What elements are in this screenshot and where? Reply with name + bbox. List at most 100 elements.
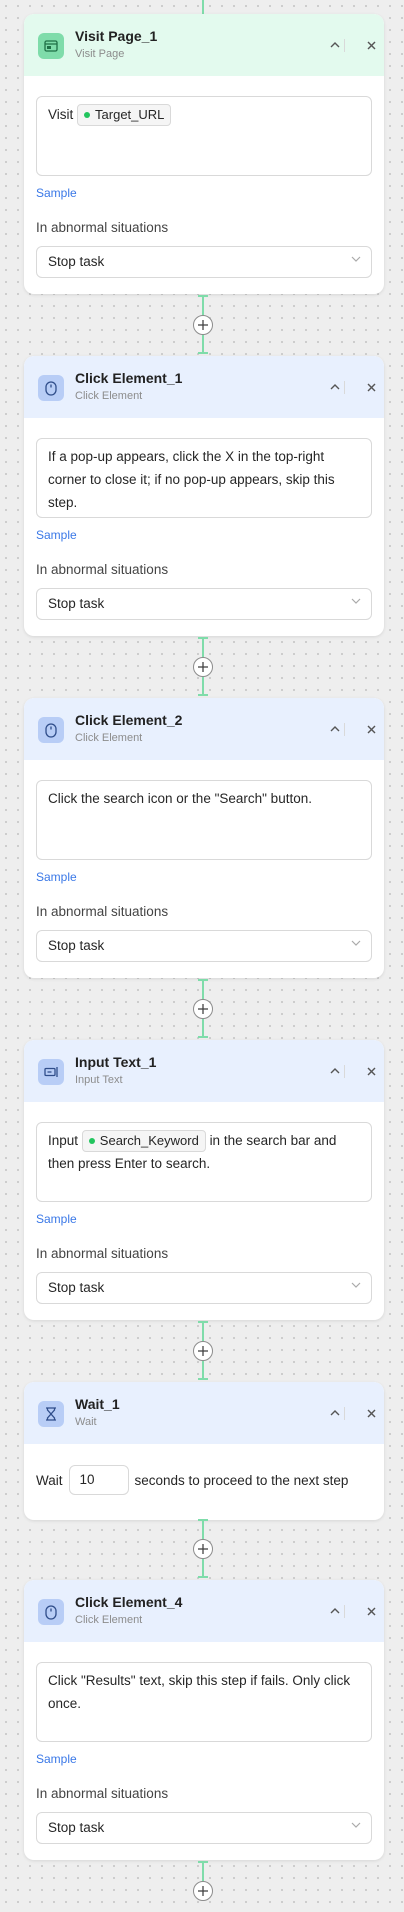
- chevron-down-icon: [351, 940, 361, 946]
- divider: [344, 1065, 345, 1078]
- chevron-up-icon: [330, 726, 340, 732]
- step-title: Visit Page_1: [75, 28, 158, 44]
- abnormal-select-value: Stop task: [48, 596, 105, 611]
- divider: [344, 39, 345, 52]
- prompt-prefix: Input: [48, 1133, 79, 1148]
- add-step-button[interactable]: [193, 1341, 213, 1361]
- collapse-button[interactable]: [326, 1062, 344, 1080]
- variable-dot: [88, 1138, 95, 1145]
- plus-icon: [198, 1004, 208, 1014]
- connector-cap: [198, 1378, 208, 1380]
- add-step-button[interactable]: [193, 1539, 213, 1559]
- close-button[interactable]: [362, 378, 380, 396]
- sample-link[interactable]: Sample: [36, 186, 77, 200]
- add-step-button[interactable]: [193, 315, 213, 335]
- chevron-down-icon: [351, 598, 361, 604]
- add-step-button[interactable]: [193, 657, 213, 677]
- step-card-click-element-2[interactable]: Click Element_2 Click Element Click the …: [24, 698, 384, 978]
- step-card-visit-page[interactable]: Visit Page_1 Visit Page Visit Target_URL…: [24, 14, 384, 294]
- chevron-down-icon: [351, 256, 361, 262]
- close-button[interactable]: [362, 720, 380, 738]
- abnormal-select-value: Stop task: [48, 1820, 105, 1835]
- abnormal-select[interactable]: Stop task: [36, 246, 372, 278]
- collapse-button[interactable]: [326, 378, 344, 396]
- close-button[interactable]: [362, 36, 380, 54]
- divider: [344, 1605, 345, 1618]
- abnormal-select[interactable]: Stop task: [36, 588, 372, 620]
- chevron-up-icon: [330, 1410, 340, 1416]
- step-title: Click Element_2: [75, 712, 183, 728]
- close-icon: [367, 1067, 375, 1075]
- prompt-input[interactable]: Click "Results" text, skip this step if …: [36, 1662, 372, 1742]
- variable-dot: [84, 112, 91, 119]
- connector-line: [202, 295, 204, 317]
- close-button[interactable]: [362, 1404, 380, 1422]
- abnormal-label: In abnormal situations: [36, 562, 169, 577]
- sample-link[interactable]: Sample: [36, 1752, 77, 1766]
- abnormal-select[interactable]: Stop task: [36, 1812, 372, 1844]
- close-icon: [367, 1607, 375, 1615]
- prompt-input[interactable]: Input Search_Keyword in the search bar a…: [36, 1122, 372, 1202]
- variable-name: Search_Keyword: [99, 1133, 199, 1149]
- divider: [344, 381, 345, 394]
- step-card-click-element-1[interactable]: Click Element_1 Click Element If a pop-u…: [24, 356, 384, 636]
- add-step-button[interactable]: [193, 1881, 213, 1901]
- step-card-wait-1[interactable]: Wait_1 Wait Wait 10 seconds to proceed t…: [24, 1382, 384, 1520]
- divider: [344, 723, 345, 736]
- abnormal-label: In abnormal situations: [36, 1786, 169, 1801]
- card-header: Click Element_1 Click Element: [24, 356, 384, 418]
- chevron-down-icon: [351, 1822, 361, 1828]
- abnormal-select-value: Stop task: [48, 1280, 105, 1295]
- collapse-button[interactable]: [326, 720, 344, 738]
- wait-seconds-input[interactable]: 10: [68, 1465, 129, 1495]
- step-type: Wait: [75, 1416, 97, 1428]
- step-type: Input Text: [75, 1074, 123, 1086]
- card-header: Wait_1 Wait: [24, 1382, 384, 1444]
- collapse-button[interactable]: [326, 1602, 344, 1620]
- collapse-button[interactable]: [326, 36, 344, 54]
- abnormal-select[interactable]: Stop task: [36, 930, 372, 962]
- step-card-input-text-1[interactable]: Input Text_1 Input Text Input Search_Key…: [24, 1040, 384, 1320]
- close-button[interactable]: [362, 1602, 380, 1620]
- sample-link[interactable]: Sample: [36, 1212, 77, 1226]
- connector-line: [202, 1519, 204, 1541]
- browser-window-icon: [38, 33, 64, 59]
- step-type: Click Element: [75, 390, 143, 402]
- mouse-icon: [38, 1599, 64, 1625]
- card-header: Input Text_1 Input Text: [24, 1040, 384, 1102]
- sample-link[interactable]: Sample: [36, 528, 77, 542]
- connector-line: [202, 1321, 204, 1343]
- sample-link[interactable]: Sample: [36, 870, 77, 884]
- step-title: Input Text_1: [75, 1054, 157, 1070]
- abnormal-select-value: Stop task: [48, 938, 105, 953]
- add-step-button[interactable]: [193, 999, 213, 1019]
- prompt-input[interactable]: Click the search icon or the "Search" bu…: [36, 780, 372, 860]
- abnormal-select[interactable]: Stop task: [36, 1272, 372, 1304]
- card-header: Click Element_2 Click Element: [24, 698, 384, 760]
- close-icon: [367, 1409, 375, 1417]
- collapse-button[interactable]: [326, 1404, 344, 1422]
- card-header: Visit Page_1 Visit Page: [24, 14, 384, 76]
- step-type: Visit Page: [75, 48, 125, 60]
- connector-line: [202, 979, 204, 1001]
- prompt-input[interactable]: If a pop-up appears, click the X in the …: [36, 438, 372, 518]
- chevron-up-icon: [330, 42, 340, 48]
- connector-line: [202, 0, 204, 14]
- wait-row: Wait 10 seconds to proceed to the next s…: [36, 1465, 348, 1495]
- variable-tag[interactable]: Target_URL: [77, 104, 172, 127]
- plus-icon: [198, 1886, 208, 1896]
- step-card-click-element-4[interactable]: Click Element_4 Click Element Click "Res…: [24, 1580, 384, 1860]
- chevron-up-icon: [330, 384, 340, 390]
- abnormal-select-value: Stop task: [48, 254, 105, 269]
- variable-name: Target_URL: [95, 107, 165, 123]
- plus-icon: [198, 1544, 208, 1554]
- prompt-input[interactable]: Visit Target_URL: [36, 96, 372, 176]
- connector-cap: [198, 1036, 208, 1038]
- variable-tag[interactable]: Search_Keyword: [81, 1130, 206, 1153]
- connector-cap: [198, 352, 208, 354]
- plus-icon: [198, 662, 208, 672]
- chevron-down-icon: [351, 1282, 361, 1288]
- close-button[interactable]: [362, 1062, 380, 1080]
- step-type: Click Element: [75, 1614, 143, 1626]
- chevron-up-icon: [330, 1608, 340, 1614]
